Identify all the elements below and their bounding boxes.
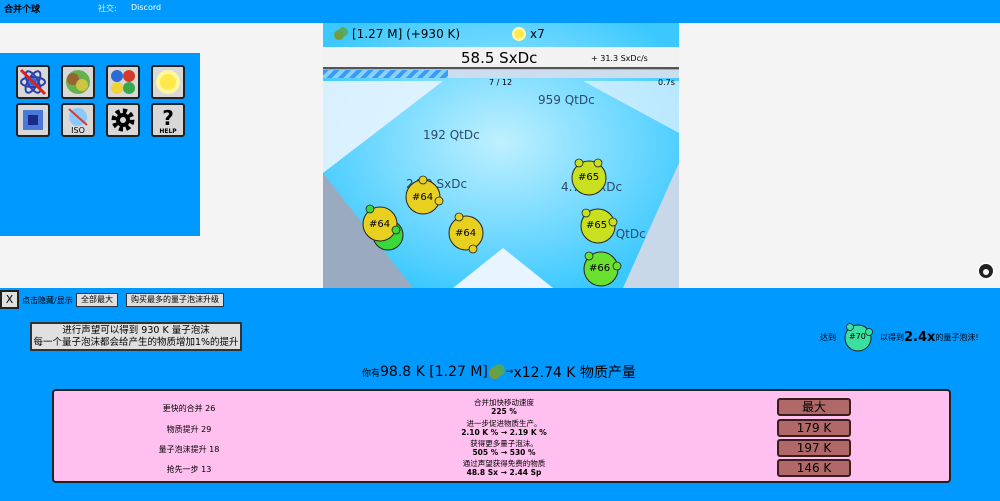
upgrade-description: 获得更多量子泡沫。 505 % → 530 % [404, 439, 604, 457]
sun-button[interactable] [151, 65, 185, 99]
orb-label: #66 [589, 263, 611, 274]
help-button[interactable]: ? HELP [151, 103, 185, 137]
upgrade-desc-text: 获得更多量子泡沫。 [470, 439, 538, 448]
upgrades-panel: 更快的合并 26 合并加快移动速度 225 % 最大 物质提升 29 进一步促进… [52, 389, 951, 483]
right-margin [679, 23, 1000, 288]
prestige-line-2: 每一个量子泡沫都会给产生的物质增加1%的提升 [33, 337, 239, 348]
game-area[interactable]: [1.27 M] (+930 K) x7 58.5 SxDc + 31.3 Sx… [323, 23, 679, 288]
upgrade-name: 量子泡沫提升 18 [158, 445, 220, 454]
target-orb-label: #70 [849, 332, 866, 341]
app-title: 合并个球 [4, 5, 41, 15]
discord-link[interactable]: Discord [131, 3, 161, 12]
social-label: 社交: [98, 4, 117, 13]
orb-layer [362, 158, 622, 287]
have-amount: 98.8 K [1.27 M] [380, 364, 488, 380]
upgrade-name: 物质提升 29 [166, 425, 212, 434]
toggle-hint: 点击隐藏/显示 [22, 296, 73, 305]
planets-icon [111, 70, 135, 94]
top-bar: 合并个球 社交: Discord [0, 0, 1000, 18]
upgrade-name: 更快的合并 26 [162, 404, 216, 413]
upgrade-description: 合并加快移动速度 225 % [404, 398, 604, 416]
have-prefix: 你有 [362, 368, 381, 379]
upgrade-row: 更快的合并 26 合并加快移动速度 225 % 最大 [54, 398, 949, 418]
orb-label: #65 [578, 172, 600, 183]
upgrade-description: 进一步促进物质生产。 2.10 K % → 2.19 K % [404, 419, 604, 437]
toggle-panel-button[interactable]: X [0, 290, 19, 309]
have-multiplier: x12.74 K 物质产量 [513, 365, 636, 381]
reach-middle: 以得到 [880, 332, 904, 342]
atom-icon [19, 68, 47, 96]
upgrade-desc-text: 进一步促进物质生产。 [466, 419, 542, 428]
iso-button[interactable]: ISO [61, 103, 95, 137]
atom-button[interactable] [16, 65, 50, 99]
svg-text:HELP: HELP [159, 128, 177, 135]
upgrade-row: 抢先一步 13 通过声望获得免费的物质 48.8 Sx → 2.44 Sp 14… [54, 459, 949, 479]
upgrade-buy-button[interactable]: 146 K [777, 459, 851, 477]
orb-label: #64 [412, 192, 434, 203]
reach-multiplier: 2.4x [904, 329, 936, 345]
iso-icon: ISO [68, 108, 88, 135]
sun-icon [156, 70, 180, 94]
upgrade-desc-text: 通过声望获得免费的物质 [462, 459, 546, 468]
prestige-line-1: 进行声望可以得到 930 K 量子泡沫 [62, 325, 210, 336]
merge-button[interactable] [61, 65, 95, 99]
orb-label: #65 [586, 220, 608, 231]
reach-prefix: 达到 [820, 332, 836, 342]
upgrade-desc-text: 合并加快移动速度 [474, 398, 534, 407]
orb-label: #64 [369, 219, 391, 230]
chip-button[interactable] [16, 103, 50, 137]
quantum-foam-icon [488, 364, 505, 379]
upgrade-buy-button[interactable]: 最大 [777, 398, 851, 416]
planets-button[interactable] [106, 65, 140, 99]
upgrade-detail: 225 % [491, 407, 517, 416]
upgrade-name: 抢先一步 13 [166, 465, 212, 474]
tool-panel: ISO ? HELP [0, 53, 200, 236]
upgrade-buy-button[interactable]: 197 K [777, 439, 851, 457]
upgrade-buy-button[interactable]: 179 K [777, 419, 851, 437]
target-orb: #70 [842, 322, 874, 352]
upgrade-detail: 505 % → 530 % [472, 448, 536, 457]
merge-icon [66, 70, 90, 94]
have-arrow: → [505, 367, 514, 377]
prestige-button[interactable]: 进行声望可以得到 930 K 量子泡沫 每一个量子泡沫都会给产生的物质增加1%的… [30, 322, 242, 351]
help-icon: ? HELP [159, 106, 177, 135]
chip-icon [23, 110, 43, 130]
gear-icon [111, 108, 135, 132]
upgrade-row: 物质提升 29 进一步促进物质生产。 2.10 K % → 2.19 K % 1… [54, 419, 949, 439]
svg-text:?: ? [162, 106, 174, 130]
upgrade-description: 通过声望获得免费的物质 48.8 Sx → 2.44 Sp [404, 459, 604, 477]
upgrade-row: 量子泡沫提升 18 获得更多量子泡沫。 505 % → 530 % 197 K [54, 439, 949, 459]
upgrade-detail: 48.8 Sx → 2.44 Sp [466, 468, 542, 477]
reach-target: 达到 #70 以得到 2.4x 的量子泡沫! [820, 322, 979, 352]
svg-text:ISO: ISO [71, 126, 85, 135]
settings-button[interactable] [106, 103, 140, 137]
all-max-button[interactable]: 全部最大 [76, 293, 118, 307]
upgrade-detail: 2.10 K % → 2.19 K % [461, 428, 547, 437]
reach-suffix: 的量子泡沫! [935, 332, 979, 342]
orb-label: #64 [455, 228, 477, 239]
matter-summary: 你有 98.8 K [1.27 M] → x12.74 K 物质产量 [362, 362, 636, 382]
buy-most-button[interactable]: 购买最多的量子泡沫升级 [126, 293, 224, 307]
github-icon[interactable] [977, 262, 995, 280]
